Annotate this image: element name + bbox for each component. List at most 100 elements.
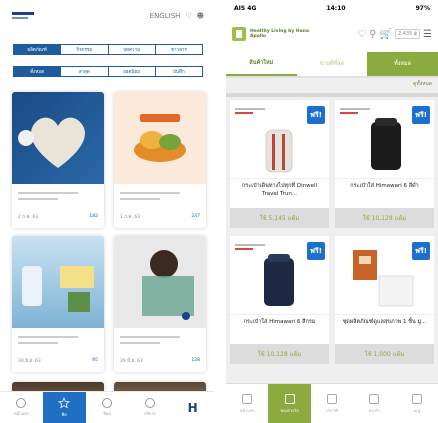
tab-bestseller[interactable]: ขายดีที่สุด <box>297 52 368 76</box>
segment-products[interactable]: ผลิตภัณฑ์ <box>14 45 62 54</box>
nav-label: เมนู <box>413 407 421 413</box>
product-price: ใช้ 10,128 แต้ม <box>230 344 329 364</box>
carrier-label: AIS 4G <box>234 4 257 12</box>
feed-card[interactable]: 29 มิ.ย. 63 128 <box>114 236 206 372</box>
battery-level: 97% <box>415 4 430 12</box>
product-image: ฟรี! <box>335 236 434 314</box>
nav-menu[interactable]: เมนู <box>396 384 438 423</box>
filter-popular[interactable]: ยอดนิยม <box>109 67 156 76</box>
like-count[interactable]: 95 <box>92 358 98 363</box>
tab-all[interactable]: ทั้งหมด <box>367 52 438 76</box>
product-title: ชุดผลิตภัณฑ์ดูแลสุขภาพ 1 ชิ้น มู... <box>335 314 434 344</box>
service-icon <box>144 398 155 408</box>
filter-latest[interactable]: ล่าสุด <box>61 67 109 76</box>
nav-home[interactable]: หน้าแรก <box>0 392 43 423</box>
product-price: ใช้ 10,128 แต้ม <box>335 208 434 228</box>
card-date: 29 มิ.ย. 63 <box>120 359 143 364</box>
brand-name: Healthy Living by Hana Apollo <box>250 28 309 39</box>
nav-label: ประวัติ <box>326 407 338 413</box>
home-icon <box>242 393 253 404</box>
product-image: ฟรี! <box>230 236 329 314</box>
free-badge: ฟรี! <box>307 106 325 124</box>
card-image <box>12 92 104 184</box>
nav-label: ฟีด <box>61 412 67 417</box>
bell-icon[interactable]: ♡ <box>185 12 191 20</box>
product-illustration-icon <box>22 266 94 312</box>
nav-label: ของรางวัล <box>280 407 299 413</box>
free-badge: ฟรี! <box>412 106 430 124</box>
clock: 14:10 <box>326 4 346 12</box>
cart-icon <box>369 393 380 404</box>
free-badge: ฟรี! <box>412 242 430 260</box>
see-all-link[interactable]: ดูทั้งหมด <box>413 80 432 88</box>
free-badge: ฟรี! <box>307 242 325 260</box>
card-image <box>12 236 104 328</box>
nav-history[interactable]: ประวัติ <box>311 384 353 423</box>
card-date: 1 ก.ค. 63 <box>120 215 141 220</box>
bottom-nav: หน้าแรก ของรางวัล ประวัติ ตะกร้า เมนู <box>226 383 438 423</box>
product-card[interactable]: ฟรี! กระเป๋าใส่ Himawari 6 สีกรม ใช้ 10,… <box>230 236 329 364</box>
nav-rewards[interactable]: ของรางวัล <box>268 384 311 423</box>
product-image: ฟรี! <box>335 100 434 178</box>
segment-activities[interactable]: กิจกรรม <box>61 45 109 54</box>
nav-label: บริการ <box>144 411 156 416</box>
nav-label: หน้าแรก <box>239 407 255 413</box>
gift-icon <box>284 393 295 404</box>
shop-icon <box>101 398 112 408</box>
divider <box>226 93 438 97</box>
home-icon <box>16 398 27 408</box>
nav-service[interactable]: บริการ <box>128 392 171 423</box>
status-bar: AIS 4G 14:10 97% <box>226 0 438 16</box>
product-tabs: สินค้าใหม่ ขายดีที่สุด ทั้งหมด <box>226 52 438 78</box>
product-title: กระเป๋าเดินทางไปทุกที่ Dinwell Travel Tr… <box>230 178 329 208</box>
menu-icon <box>411 393 422 404</box>
product-card[interactable]: ฟรี! กระเป๋าเดินทางไปทุกที่ Dinwell Trav… <box>230 100 329 228</box>
filter-all[interactable]: ทั้งหมด <box>14 67 62 76</box>
cart-total[interactable]: 2,435 ฿ <box>394 29 421 39</box>
user-icon[interactable]: ☻ <box>197 12 204 20</box>
nav-shop[interactable]: ช้อป <box>86 392 129 423</box>
like-count[interactable]: 128 <box>191 358 200 363</box>
history-icon <box>327 393 338 404</box>
segment-articles[interactable]: บทความ <box>109 45 156 54</box>
nav-brand[interactable]: H <box>171 392 214 423</box>
language-toggle[interactable]: ENGLISH <box>150 12 181 20</box>
right-phone-screen: AIS 4G 14:10 97% Healthy Living by Hana … <box>226 0 438 423</box>
feed-card[interactable]: 1 ก.ค. 63 247 <box>114 92 206 228</box>
like-count[interactable]: 247 <box>191 214 200 219</box>
menu-icon[interactable]: ☰ <box>423 29 432 40</box>
feed-card[interactable]: 30 มิ.ย. 63 95 <box>12 236 104 372</box>
bottom-nav: หน้าแรก ฟีด ช้อป บริการ H <box>0 391 214 423</box>
nav-home[interactable]: หน้าแรก <box>226 384 268 423</box>
product-price: ใช้ 5,145 แต้ม <box>230 208 329 228</box>
card-image <box>114 236 206 328</box>
category-segment: ผลิตภัณฑ์ กิจกรรม บทความ ข่าวสาร <box>13 44 203 55</box>
heart-icon[interactable]: ♡ <box>357 29 366 40</box>
nav-label: หน้าแรก <box>14 411 29 416</box>
product-card[interactable]: ฟรี! ชุดผลิตภัณฑ์ดูแลสุขภาพ 1 ชิ้น มู...… <box>335 236 434 364</box>
nav-label: ช้อป <box>103 411 111 416</box>
brand-logo[interactable] <box>12 12 36 24</box>
product-title: กระเป๋าใส่ Himawari 6 สีดำ <box>335 178 434 208</box>
h-logo-icon: H <box>187 400 198 415</box>
search-icon[interactable]: ⚲ <box>369 29 376 40</box>
top-right-controls: ENGLISH ♡ ☻ <box>150 12 204 20</box>
card-date: 30 มิ.ย. 63 <box>18 359 41 364</box>
filter-saved[interactable]: บันทึก <box>156 67 202 76</box>
nav-cart[interactable]: ตะกร้า <box>353 384 395 423</box>
segment-news[interactable]: ข่าวสาร <box>156 45 202 54</box>
tab-new[interactable]: สินค้าใหม่ <box>226 52 297 76</box>
product-card[interactable]: ฟรี! กระเป๋าใส่ Himawari 6 สีดำ ใช้ 10,1… <box>335 100 434 228</box>
app-header: Healthy Living by Hana Apollo ♡ ⚲ 🛒 2,43… <box>226 16 438 52</box>
product-image: ฟรี! <box>230 100 329 178</box>
star-icon <box>58 397 71 409</box>
healthy-living-logo-icon[interactable] <box>232 27 246 41</box>
like-count[interactable]: 182 <box>89 214 98 219</box>
filter-segment: ทั้งหมด ล่าสุด ยอดนิยม บันทึก <box>13 66 203 77</box>
food-illustration-icon <box>134 114 186 162</box>
cart-icon[interactable]: 🛒 <box>379 29 391 40</box>
nav-label: ตะกร้า <box>368 407 381 413</box>
person-illustration-icon <box>142 250 194 320</box>
nav-feed[interactable]: ฟีด <box>42 392 86 423</box>
feed-card[interactable]: 2 ก.ค. 63 182 <box>12 92 104 228</box>
